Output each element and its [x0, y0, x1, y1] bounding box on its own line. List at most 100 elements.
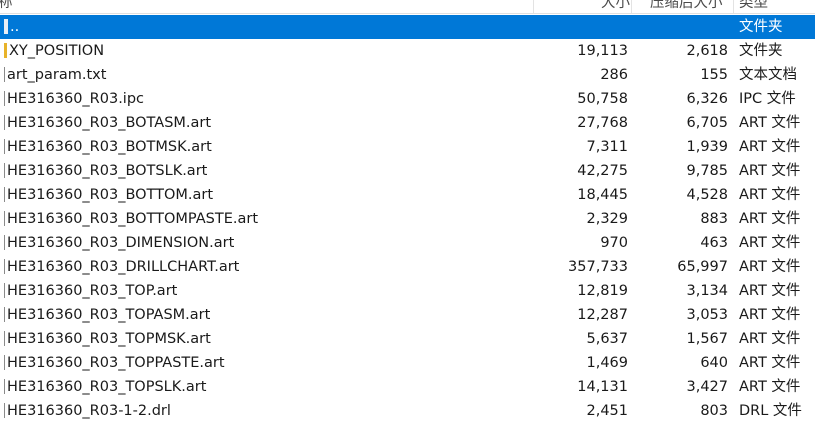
file-name: HE316360_R03_BOTMSK.art [7, 139, 212, 155]
file-row[interactable]: .. 文件夹 [0, 15, 815, 39]
file-packed-size: 3,134 [686, 283, 728, 299]
file-name: art_param.txt [7, 67, 107, 83]
file-packed-size: 3,053 [686, 307, 728, 323]
file-name-cell: HE316360_R03_TOPSLK.art [4, 375, 524, 399]
file-name: HE316360_R03_BOTSLK.art [7, 163, 208, 179]
column-header-row: 称 大小 压缩后大小 类型 [0, 0, 815, 14]
column-divider[interactable] [533, 0, 534, 13]
file-row[interactable]: HE316360_R03_BOTTOMPASTE.art 2,329 883 ART … [0, 207, 815, 231]
file-icon [4, 162, 5, 178]
file-name-cell: HE316360_R03_TOPPASTE.art [4, 351, 524, 375]
file-name-cell: HE316360_R03_BOTMSK.art [4, 135, 524, 159]
file-row[interactable]: HE316360_R03_BOTSLK.art 42,275 9,785 ART 文件 [0, 159, 815, 183]
file-type: 文件夹 [739, 43, 783, 59]
file-name-cell: HE316360_R03_TOP.art [4, 279, 524, 303]
file-type: ART 文件 [739, 259, 801, 275]
file-icon [4, 66, 5, 82]
file-row[interactable]: HE316360_R03_TOPMSK.art 5,637 1,567 ART 文件 [0, 327, 815, 351]
file-row[interactable]: HE316360_R03_BOTMSK.art 7,311 1,939 ART 文件 [0, 135, 815, 159]
file-row[interactable]: HE316360_R03_TOPPASTE.art 1,469 640 ART 文件 [0, 351, 815, 375]
file-name-cell: HE316360_R03_BOTSLK.art [4, 159, 524, 183]
file-size: 12,287 [577, 307, 628, 323]
file-packed-size: 640 [700, 355, 728, 371]
file-icon [4, 330, 5, 346]
file-packed-size: 463 [700, 235, 728, 251]
file-type: 文件夹 [739, 19, 783, 35]
file-row[interactable]: art_param.txt 286 155 文本文档 [0, 63, 815, 87]
column-header-size[interactable]: 大小 [590, 0, 630, 13]
file-icon [4, 306, 5, 322]
column-divider[interactable] [733, 0, 734, 13]
file-row[interactable]: HE316360_R03_BOTASM.art 27,768 6,705 ART 文件 [0, 111, 815, 135]
file-name-cell: HE316360_R03_BOTTOMPASTE.art [4, 207, 524, 231]
file-size: 357,733 [568, 259, 628, 275]
file-type: ART 文件 [739, 379, 801, 395]
file-size: 2,451 [586, 403, 628, 419]
column-header-name[interactable]: 称 [0, 0, 38, 13]
file-type: ART 文件 [739, 211, 801, 227]
file-size: 7,311 [586, 139, 628, 155]
file-name: HE316360_R03_TOPASM.art [7, 307, 211, 323]
file-row[interactable]: HE316360_R03_TOPASM.art 12,287 3,053 ART 文件 [0, 303, 815, 327]
file-row[interactable]: HE316360_R03_DRILLCHART.art 357,733 65,997… [0, 255, 815, 279]
file-type: ART 文件 [739, 331, 801, 347]
column-divider[interactable] [631, 0, 632, 13]
file-row[interactable]: HE316360_R03-1-2.drl 2,451 803 DRL 文件 [0, 399, 815, 423]
up-folder-icon [4, 18, 8, 34]
file-type: IPC 文件 [739, 91, 796, 107]
file-name: HE316360_R03_TOPSLK.art [7, 379, 207, 395]
file-packed-size [632, 15, 728, 39]
file-size: 5,637 [586, 331, 628, 347]
file-name-cell: HE316360_R03_DIMENSION.art [4, 231, 524, 255]
file-type: ART 文件 [739, 187, 801, 203]
file-type: ART 文件 [739, 163, 801, 179]
file-packed-size: 65,997 [677, 259, 728, 275]
file-row[interactable]: HE316360_R03.ipc 50,758 6,326 IPC 文件 [0, 87, 815, 111]
file-icon [4, 210, 5, 226]
file-size: 27,768 [577, 115, 628, 131]
file-name-cell: HE316360_R03-1-2.drl [4, 399, 524, 423]
file-row[interactable]: HE316360_R03_BOTTOM.art 18,445 4,528 ART 文件 [0, 183, 815, 207]
file-name: XY_POSITION [9, 43, 105, 59]
column-header-packed-size[interactable]: 压缩后大小 [650, 0, 730, 13]
file-icon [4, 282, 5, 298]
file-name-cell: .. [4, 15, 524, 39]
file-name: HE316360_R03_DIMENSION.art [7, 235, 235, 251]
file-packed-size: 9,785 [686, 163, 728, 179]
file-packed-size: 1,939 [686, 139, 728, 155]
column-header-type[interactable]: 类型 [739, 0, 799, 13]
file-packed-size: 155 [700, 67, 728, 83]
file-size: 19,113 [577, 43, 628, 59]
file-row[interactable]: HE316360_R03_TOP.art 12,819 3,134 ART 文件 [0, 279, 815, 303]
file-packed-size: 6,705 [686, 115, 728, 131]
file-row[interactable]: HE316360_R03_DIMENSION.art 970 463 ART 文件 [0, 231, 815, 255]
file-type: ART 文件 [739, 115, 801, 131]
file-name: HE316360_R03_TOP.art [7, 283, 178, 299]
file-row[interactable]: XY_POSITION 19,113 2,618 文件夹 [0, 39, 815, 63]
file-size: 12,819 [577, 283, 628, 299]
file-icon [4, 186, 5, 202]
file-size: 50,758 [577, 91, 628, 107]
file-row[interactable]: HE316360_R03_TOPSLK.art 14,131 3,427 ART 文件 [0, 375, 815, 399]
file-type: ART 文件 [739, 139, 801, 155]
file-name-cell: art_param.txt [4, 63, 524, 87]
file-list[interactable]: 称 大小 压缩后大小 类型 .. 文件夹 XY_POSITION 19,113 2,61… [0, 0, 815, 445]
file-icon [4, 378, 5, 394]
file-packed-size: 6,326 [686, 91, 728, 107]
file-type: 文本文档 [739, 67, 797, 83]
file-name: HE316360_R03-1-2.drl [7, 403, 171, 419]
file-name: HE316360_R03_DRILLCHART.art [7, 259, 240, 275]
file-type: ART 文件 [739, 307, 801, 323]
file-size: 970 [600, 235, 628, 251]
file-size: 42,275 [577, 163, 628, 179]
file-type: ART 文件 [739, 235, 801, 251]
file-name: HE316360_R03_TOPMSK.art [7, 331, 211, 347]
file-packed-size: 803 [700, 403, 728, 419]
file-name-cell: HE316360_R03_BOTTOM.art [4, 183, 524, 207]
folder-icon [4, 42, 7, 58]
file-packed-size: 2,618 [686, 43, 728, 59]
file-packed-size: 3,427 [686, 379, 728, 395]
file-name: HE316360_R03_BOTTOMPASTE.art [7, 211, 259, 227]
file-size: 1,469 [586, 355, 628, 371]
file-packed-size: 1,567 [686, 331, 728, 347]
